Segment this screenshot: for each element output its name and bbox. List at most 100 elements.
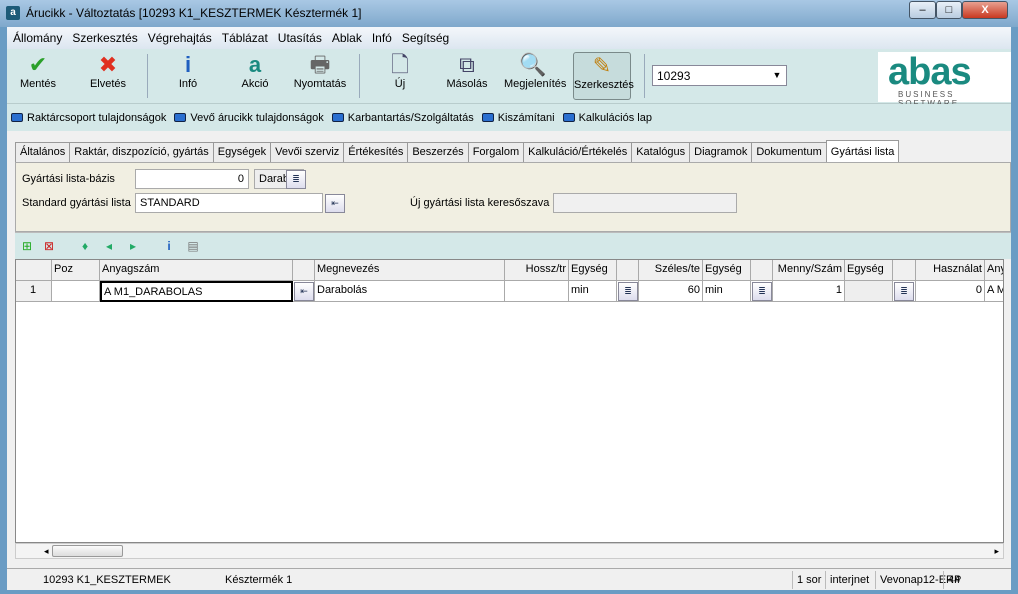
- link-item[interactable]: Vevő árucikk tulajdonságok: [174, 112, 324, 124]
- status-rows: 1 sor: [792, 571, 825, 589]
- tab[interactable]: Általános: [15, 142, 71, 162]
- menu-item[interactable]: Infó: [372, 31, 392, 45]
- status-num: 44: [943, 571, 964, 589]
- mentés-button[interactable]: ✔ Mentés: [9, 52, 67, 100]
- szerkesztés-button[interactable]: ✎ Szerkesztés: [573, 52, 634, 100]
- move-down-icon[interactable]: ▸: [125, 238, 141, 254]
- abas-logo: abas BUSINESS SOFTWARE: [878, 52, 1011, 108]
- record-combo[interactable]: 10293 ▼: [652, 65, 787, 86]
- add-row-icon[interactable]: ⊞: [19, 238, 35, 254]
- button-label: Akció: [241, 78, 269, 90]
- new-kw-input: [553, 193, 737, 213]
- base-input[interactable]: 0: [135, 169, 249, 189]
- column-header[interactable]: [893, 260, 916, 281]
- tab-strip: Általános Raktár, diszpozíció, gyártás Egy…: [15, 140, 900, 162]
- menu-item[interactable]: Utasítás: [278, 31, 322, 45]
- tab[interactable]: Értékesítés: [343, 142, 409, 162]
- tab[interactable]: Raktár, diszpozíció, gyártás: [69, 142, 214, 162]
- elvetés-button[interactable]: ✖ Elvetés: [79, 52, 137, 100]
- list-select-icon[interactable]: ≣: [752, 282, 772, 301]
- tab[interactable]: Dokumentum: [751, 142, 827, 162]
- grid-cell[interactable]: [845, 281, 893, 302]
- button-label: Másolás: [446, 78, 488, 90]
- menu-item[interactable]: Segítség: [402, 31, 449, 45]
- check-icon: ✔: [28, 52, 48, 77]
- menu-bar: Állomány Szerkesztés Végrehajtás Táblázat Ut…: [7, 27, 1011, 49]
- tab[interactable]: Gyártási lista: [825, 140, 900, 162]
- lookup-icon[interactable]: ⇤: [325, 194, 345, 213]
- delete-row-icon[interactable]: ⊠: [41, 238, 57, 254]
- info-icon: i: [184, 52, 192, 77]
- link-item[interactable]: Kiszámítani: [481, 112, 555, 124]
- column-header[interactable]: Any: [985, 260, 1003, 281]
- column-header[interactable]: Széles/te: [639, 260, 703, 281]
- list-select-icon[interactable]: ≣: [618, 282, 638, 301]
- close-button[interactable]: X: [962, 1, 1008, 19]
- chevron-down-icon[interactable]: ▼: [770, 68, 784, 83]
- grid-cell[interactable]: Darabolás: [315, 281, 505, 302]
- column-header[interactable]: Egység: [703, 260, 751, 281]
- menu-item[interactable]: Végrehajtás: [148, 31, 212, 45]
- grid-cell[interactable]: 1: [773, 281, 845, 302]
- grid-cell[interactable]: 0: [916, 281, 985, 302]
- menu-item[interactable]: Szerkesztés: [72, 31, 137, 45]
- button-label: Mentés: [19, 78, 57, 90]
- scroll-right-icon[interactable]: ▸: [994, 546, 999, 557]
- új-button[interactable]: 🗋 Új: [371, 52, 429, 100]
- grid-cell[interactable]: 60: [639, 281, 703, 302]
- column-header[interactable]: Egység: [569, 260, 617, 281]
- tab[interactable]: Diagramok: [689, 142, 753, 162]
- lookup-icon[interactable]: ⇤: [294, 282, 314, 301]
- menu-item[interactable]: Állomány: [13, 31, 62, 45]
- button-label: Megjelenítés: [504, 78, 567, 90]
- grid-cell[interactable]: [52, 281, 100, 302]
- move-up-icon[interactable]: ◂: [101, 238, 117, 254]
- tab[interactable]: Katalógus: [631, 142, 691, 162]
- column-header[interactable]: Poz: [52, 260, 100, 281]
- printer-icon[interactable]: ▤: [185, 238, 201, 254]
- column-header[interactable]: Menny/Szám: [773, 260, 845, 281]
- grid-cell[interactable]: [505, 281, 569, 302]
- tab[interactable]: Forgalom: [467, 142, 525, 162]
- minimize-button[interactable]: –: [909, 1, 936, 19]
- column-header[interactable]: [293, 260, 315, 281]
- infó-button[interactable]: i Infó: [159, 52, 217, 100]
- grid-cell[interactable]: A M1_DARABOLAS: [100, 281, 293, 302]
- column-header[interactable]: Hossz/tr: [505, 260, 569, 281]
- list-select-icon[interactable]: ≣: [894, 282, 914, 301]
- akció-button[interactable]: a Akció: [226, 52, 284, 100]
- link-item[interactable]: Karbantartás/Szolgáltatás: [331, 112, 474, 124]
- insert-icon[interactable]: ♦: [77, 238, 93, 254]
- status-name: Késztermék 1: [225, 574, 293, 586]
- status-item: 10293 K1_KESZTERMEK: [43, 574, 171, 586]
- column-header[interactable]: Használat: [916, 260, 985, 281]
- megjelenítés-button[interactable]: 🔍 Megjelenítés: [504, 52, 566, 100]
- column-header[interactable]: [617, 260, 639, 281]
- link-icon: [562, 113, 575, 122]
- column-header[interactable]: [16, 260, 52, 281]
- grid-cell[interactable]: A M: [985, 281, 1003, 302]
- másolás-button[interactable]: ⧉ Másolás: [438, 52, 496, 100]
- link-item[interactable]: Kalkulációs lap: [562, 112, 652, 124]
- menu-item[interactable]: Ablak: [332, 31, 362, 45]
- menu-item[interactable]: Táblázat: [222, 31, 268, 45]
- nyomtatás-button[interactable]: 🖶 Nyomtatás: [291, 52, 349, 100]
- column-header[interactable]: [751, 260, 773, 281]
- tab[interactable]: Kalkuláció/Értékelés: [523, 142, 633, 162]
- link-item[interactable]: Raktárcsoport tulajdonságok: [11, 112, 166, 124]
- info-icon[interactable]: i: [161, 238, 177, 254]
- list-select-icon[interactable]: ≣: [286, 170, 306, 189]
- maximize-button[interactable]: □: [936, 1, 962, 19]
- tab[interactable]: Beszerzés: [407, 142, 469, 162]
- std-input[interactable]: STANDARD: [135, 193, 323, 213]
- scroll-left-icon[interactable]: ◂: [44, 546, 49, 557]
- horizontal-scrollbar[interactable]: ◂ ▸: [15, 543, 1004, 559]
- grid-cell[interactable]: min: [703, 281, 751, 302]
- scroll-thumb[interactable]: [52, 545, 123, 557]
- column-header[interactable]: Egység: [845, 260, 893, 281]
- column-header[interactable]: Megnevezés: [315, 260, 505, 281]
- grid-cell[interactable]: min: [569, 281, 617, 302]
- tab[interactable]: Vevői szerviz: [270, 142, 345, 162]
- column-header[interactable]: Anyagszám: [100, 260, 293, 281]
- tab[interactable]: Egységek: [212, 142, 272, 162]
